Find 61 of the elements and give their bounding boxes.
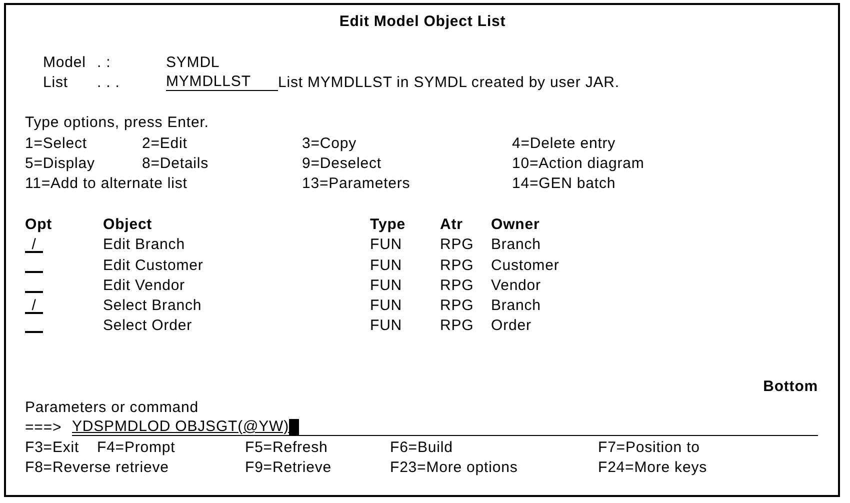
function-key-legend[interactable]: F24=More keys <box>598 458 707 479</box>
option-legend: 3=Copy <box>302 134 512 154</box>
screen-title: Edit Model Object List <box>339 12 506 32</box>
command-input-field[interactable]: YDSPMDLOD OBJSGT(@YW) <box>72 418 818 436</box>
column-header: Opt <box>25 214 54 235</box>
function-key-legend[interactable]: F3=Exit <box>25 438 97 458</box>
function-key-legend[interactable]: F4=Prompt <box>97 438 245 458</box>
function-key-legend[interactable]: F9=Retrieve <box>245 458 390 479</box>
function-key-legend[interactable]: F8=Reverse retrieve <box>25 458 245 479</box>
option-legend: 10=Action diagram <box>512 154 644 174</box>
table-cell-text: Edit Branch <box>103 235 186 256</box>
table-cell-text: FUN <box>370 256 404 276</box>
table-cell-text: FUN <box>370 235 404 256</box>
text-cursor <box>288 418 299 435</box>
input-field[interactable]: MYMDLLST <box>166 72 278 91</box>
table-cell-text: Branch <box>491 235 541 256</box>
table-cell-text: Order <box>491 316 532 336</box>
table-cell-text: RPG <box>440 235 475 256</box>
instruction-text: Type options, press Enter. <box>25 113 209 134</box>
function-key-legend[interactable]: F5=Refresh <box>245 438 390 458</box>
option-legend: 11=Add to alternate list <box>25 174 302 195</box>
column-header: Object <box>103 214 154 235</box>
option-legend: 1=Select <box>25 134 142 154</box>
more-indicator: Bottom <box>763 377 818 398</box>
option-legend: 5=Display <box>25 154 142 174</box>
column-header: Atr <box>440 214 464 235</box>
function-key-legend[interactable]: F6=Build <box>390 438 598 458</box>
table-cell-text: RPG <box>440 256 475 276</box>
option-legend: 8=Details <box>142 154 302 174</box>
column-header: Owner <box>491 214 540 235</box>
command-prompt: ===> <box>25 418 63 438</box>
table-cell-text: Edit Customer <box>103 256 204 276</box>
option-legend: 9=Deselect <box>302 154 512 174</box>
option-legend: 13=Parameters <box>302 174 512 195</box>
table-cell-text: Select Branch <box>103 296 203 316</box>
table-cell-text: FUN <box>370 316 404 336</box>
field-label: Model <box>43 52 87 73</box>
function-key-legend[interactable]: F23=More options <box>390 458 598 479</box>
option-input-field[interactable]: / <box>25 297 43 314</box>
option-input-field[interactable]: / <box>25 236 43 254</box>
table-cell: Customer <box>491 256 560 276</box>
command-label: Parameters or command <box>25 398 198 418</box>
table-cell-text: RPG <box>440 316 475 336</box>
leader-dots: . : <box>97 52 112 73</box>
field-value: SYMDL <box>166 52 221 73</box>
table-cell-text: Edit Vendor <box>103 276 186 296</box>
table-cell-text: RPG <box>440 296 475 316</box>
function-key-legend[interactable]: F7=Position to <box>598 438 700 458</box>
option-legend: 2=Edit <box>142 134 302 154</box>
table-cell-text: RPG <box>440 276 475 296</box>
table-cell-text: Select Order <box>103 316 193 336</box>
field-description: List MYMDLLST in SYMDL created by user JAR. <box>278 72 620 93</box>
option-legend: 4=Delete entry <box>512 134 616 154</box>
leader-dots: . . . <box>97 72 121 93</box>
table-cell-text: Vendor <box>491 276 541 296</box>
table-cell: Branch <box>491 296 541 316</box>
option-legend: 14=GEN batch <box>512 174 616 195</box>
field-label: List <box>43 72 69 93</box>
column-header: Type <box>370 214 406 235</box>
table-cell-text: FUN <box>370 276 404 296</box>
table-cell-text: FUN <box>370 296 404 316</box>
